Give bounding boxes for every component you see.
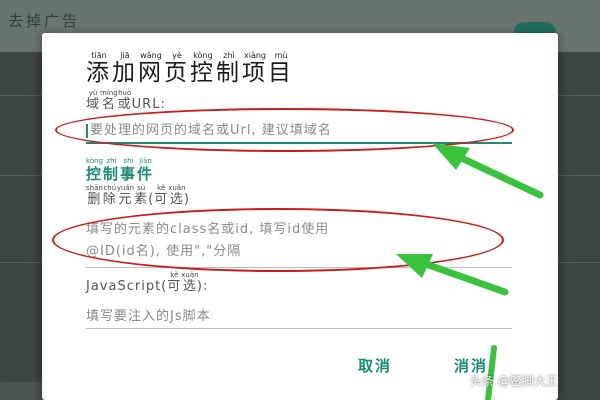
- watermark: 头条 @鳖脚大王: [470, 374, 558, 388]
- arrow-icon: [396, 254, 509, 296]
- annotation-arrows: [396, 143, 544, 400]
- arrow-icon: [432, 143, 544, 199]
